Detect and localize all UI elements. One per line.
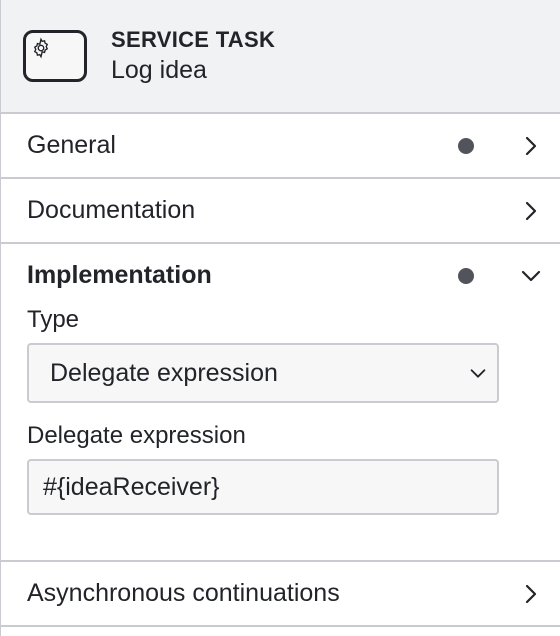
group-header-asynchronous-continuations[interactable]: Asynchronous continuations <box>1 562 560 625</box>
properties-panel: SERVICE TASK Log idea General Documentat… <box>0 0 560 636</box>
element-type: SERVICE TASK <box>111 27 276 52</box>
panel-header: SERVICE TASK Log idea <box>1 0 560 114</box>
group-title: General <box>27 131 116 159</box>
element-name: Log idea <box>111 56 207 84</box>
chevron-right-icon[interactable] <box>519 199 543 223</box>
header-text: SERVICE TASK Log idea <box>111 26 275 86</box>
group-header-implementation[interactable]: Implementation <box>1 244 560 307</box>
chevron-right-icon[interactable] <box>519 582 543 606</box>
delegate-expression-label: Delegate expression <box>27 422 246 449</box>
chevron-down-icon[interactable] <box>519 264 543 288</box>
chevron-right-icon[interactable] <box>519 134 543 158</box>
type-label: Type <box>27 306 80 333</box>
gear-icon <box>33 37 49 59</box>
group-header-documentation[interactable]: Documentation <box>1 179 560 242</box>
chevron-down-icon <box>470 369 486 378</box>
data-marker-dot <box>458 267 474 284</box>
delegate-expression-input[interactable]: #{ideaReceiver} <box>27 459 499 515</box>
group-title: Asynchronous continuations <box>27 579 340 607</box>
group-general: General <box>1 114 560 179</box>
group-implementation: Implementation Type Delegate expression … <box>1 244 560 562</box>
data-marker-dot <box>458 137 474 154</box>
group-header-general[interactable]: General <box>1 114 560 177</box>
implementation-body: Type Delegate expression Delegate expres… <box>1 305 560 515</box>
group-title: Documentation <box>27 196 196 224</box>
type-select-value: Delegate expression <box>50 358 278 387</box>
group-documentation: Documentation <box>1 179 560 244</box>
type-select[interactable]: Delegate expression <box>27 343 499 403</box>
group-asynchronous-continuations: Asynchronous continuations <box>1 562 560 627</box>
group-title: Implementation <box>27 261 212 289</box>
service-task-icon <box>23 30 87 82</box>
